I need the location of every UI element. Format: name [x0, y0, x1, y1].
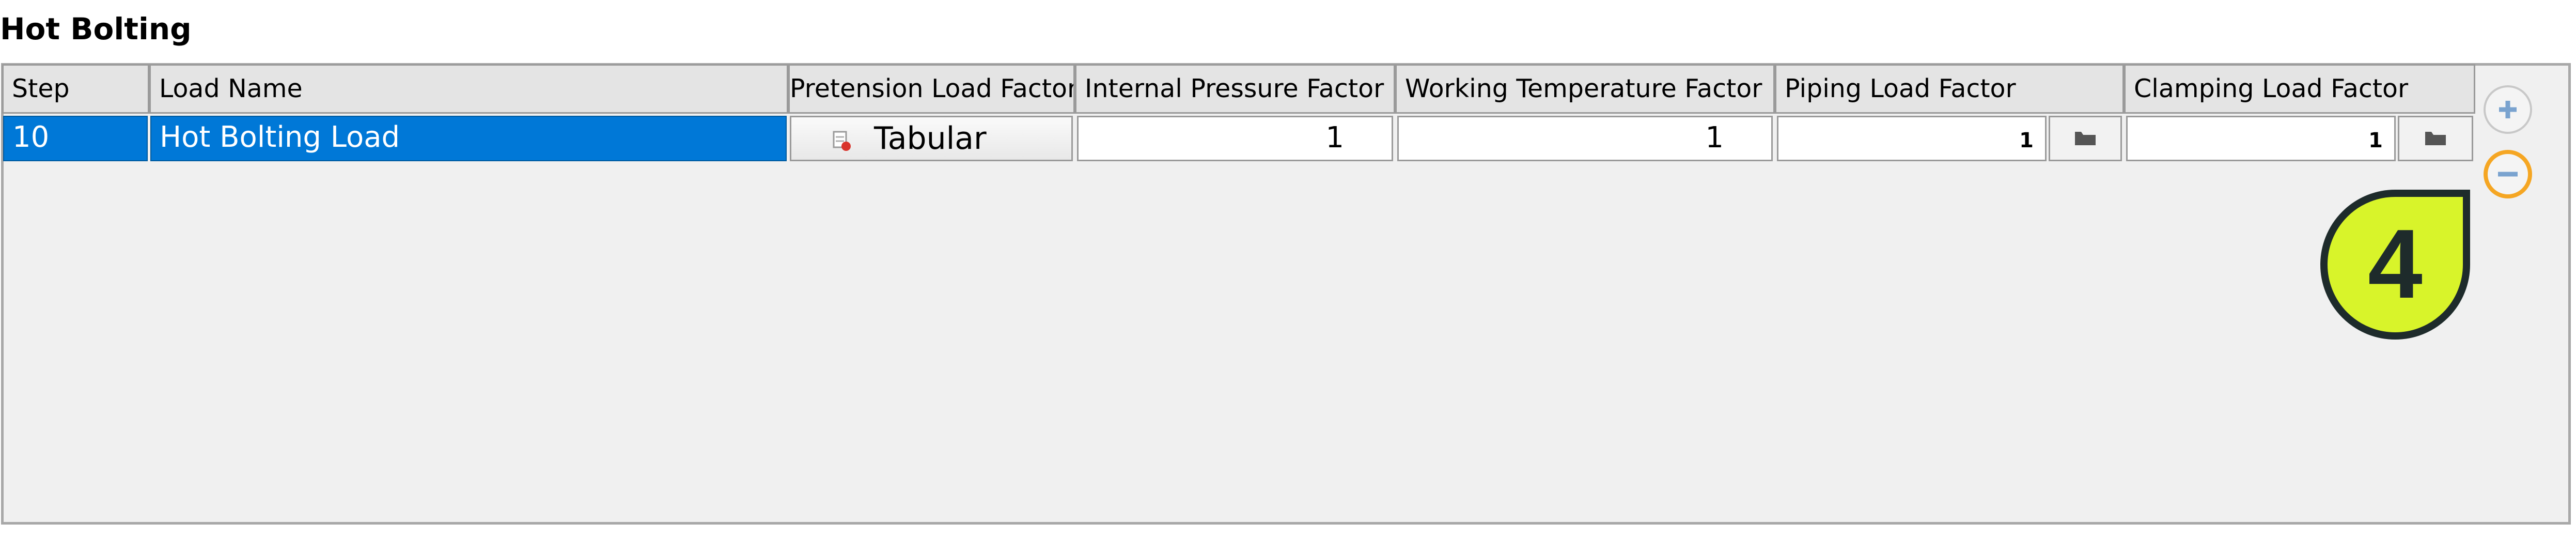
column-header-internal-pressure-factor[interactable]: Internal Pressure Factor — [1075, 64, 1395, 114]
plus-icon — [2486, 87, 2530, 132]
pretension-tabular-label: Tabular — [874, 120, 987, 157]
section-title: Hot Bolting — [0, 11, 192, 47]
internal-pressure-factor-input[interactable]: 1 — [1077, 116, 1393, 161]
column-header-working-temperature-factor[interactable]: Working Temperature Factor — [1395, 64, 1775, 114]
step-callout-badge: 4 — [2320, 190, 2470, 340]
column-header-pretension-load-factor[interactable]: Pretension Load Factor — [788, 64, 1075, 114]
piping-load-browse-button[interactable] — [2049, 116, 2122, 161]
piping-load-factor-input[interactable]: 1 — [1777, 116, 2047, 161]
clamping-load-factor-input[interactable]: 1 — [2126, 116, 2396, 161]
cell-step[interactable]: 10 — [3, 116, 148, 161]
column-header-step[interactable]: Step — [2, 64, 149, 114]
add-row-button[interactable] — [2484, 85, 2532, 134]
step-callout-number: 4 — [2368, 209, 2423, 319]
minus-icon — [2488, 154, 2528, 194]
pretension-tabular-button[interactable]: Tabular — [790, 116, 1073, 161]
remove-row-button[interactable] — [2484, 150, 2532, 198]
column-header-piping-load-factor[interactable]: Piping Load Factor — [1775, 64, 2124, 114]
folder-icon — [2424, 129, 2447, 148]
folder-icon — [2074, 129, 2097, 148]
column-header-load-name[interactable]: Load Name — [149, 64, 788, 114]
working-temperature-factor-input[interactable]: 1 — [1397, 116, 1773, 161]
tabular-icon — [832, 130, 854, 155]
clamping-load-browse-button[interactable] — [2398, 116, 2473, 161]
cell-load-name[interactable]: Hot Bolting Load — [150, 116, 787, 161]
column-header-clamping-load-factor[interactable]: Clamping Load Factor — [2124, 64, 2475, 114]
